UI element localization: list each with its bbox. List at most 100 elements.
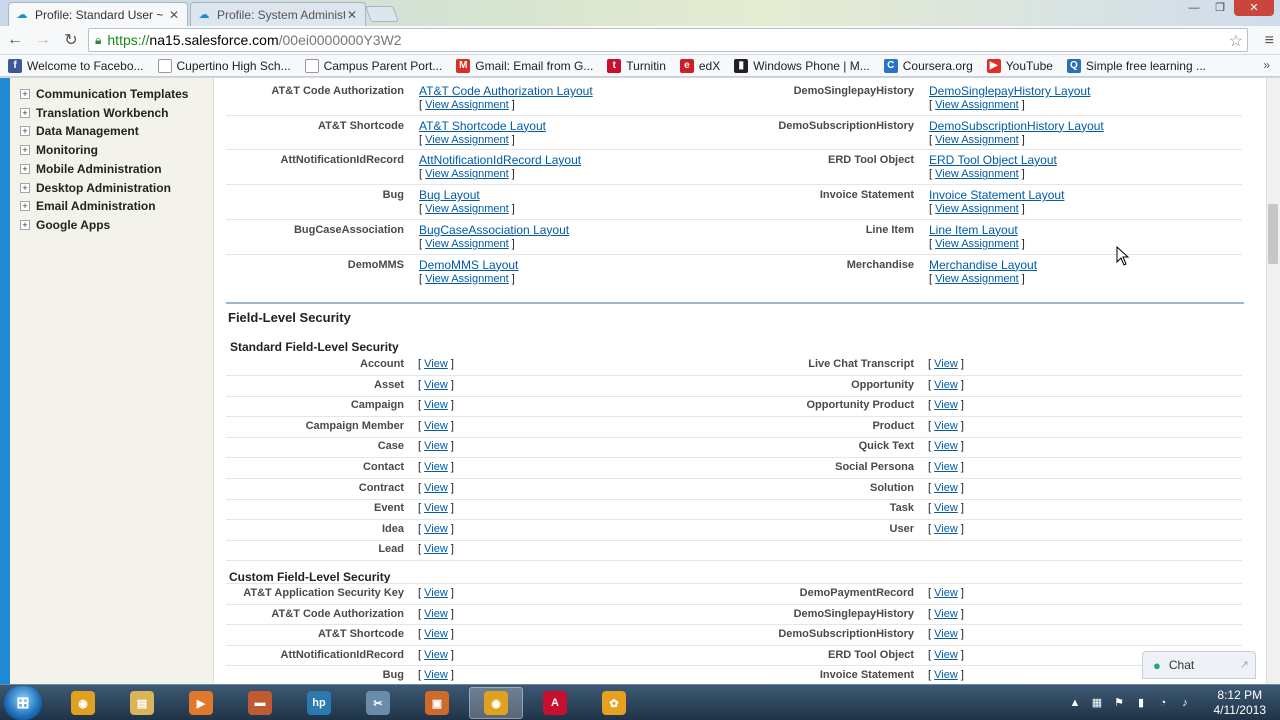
sidebar-item[interactable]: + Email Administration xyxy=(20,197,156,215)
view-link[interactable]: [ View ] xyxy=(418,543,454,555)
view-assignment-link[interactable]: [ View Assignment ] xyxy=(419,168,515,180)
sidebar-item[interactable]: + Desktop Administration xyxy=(20,179,171,197)
view-link[interactable]: [ View ] xyxy=(928,379,964,391)
view-assignment-link[interactable]: [ View Assignment ] xyxy=(419,134,515,146)
start-button[interactable]: ⊞ xyxy=(4,686,42,720)
scrollbar-thumb[interactable] xyxy=(1268,204,1278,264)
view-assignment-link[interactable]: [ View Assignment ] xyxy=(929,168,1025,180)
taskbar-app[interactable]: ▬ xyxy=(233,687,287,719)
view-link[interactable]: [ View ] xyxy=(418,523,454,535)
expand-plus-icon[interactable]: + xyxy=(20,89,30,99)
layout-link[interactable]: Merchandise Layout xyxy=(929,258,1037,272)
view-assignment-link[interactable]: [ View Assignment ] xyxy=(929,238,1025,250)
window-close-icon[interactable]: ✕ xyxy=(1234,0,1274,16)
layout-link[interactable]: Invoice Statement Layout xyxy=(929,188,1064,202)
taskbar-app[interactable]: ✿ xyxy=(587,687,641,719)
view-link[interactable]: [ View ] xyxy=(928,587,964,599)
view-link[interactable]: [ View ] xyxy=(418,420,454,432)
expand-plus-icon[interactable]: + xyxy=(20,126,30,137)
volume-icon[interactable]: ♪ xyxy=(1178,696,1192,710)
popout-icon[interactable]: ↗ xyxy=(1240,658,1249,671)
expand-plus-icon[interactable]: + xyxy=(20,219,30,230)
restore-icon[interactable]: ❐ xyxy=(1208,0,1232,16)
expand-plus-icon[interactable]: + xyxy=(20,145,30,156)
view-link[interactable]: [ View ] xyxy=(418,628,454,640)
layout-link[interactable]: AttNotificationIdRecord Layout xyxy=(419,153,581,167)
tray-arrow-icon[interactable]: ▲ xyxy=(1068,696,1082,710)
taskbar-app[interactable]: ▤ xyxy=(115,687,169,719)
view-link[interactable]: [ View ] xyxy=(418,502,454,514)
sidebar-item[interactable]: + Google Apps xyxy=(20,216,110,234)
sidebar-item[interactable]: + Communication Templates xyxy=(20,85,188,103)
close-icon[interactable]: ✕ xyxy=(167,8,181,22)
layout-link[interactable]: DemoSubscriptionHistory Layout xyxy=(929,119,1104,133)
layout-link[interactable]: Line Item Layout xyxy=(929,223,1018,237)
tab-standard-user-profile[interactable]: ☁ Profile: Standard User ~ sa ✕ xyxy=(8,2,188,26)
minimize-icon[interactable]: — xyxy=(1182,0,1206,16)
view-assignment-link[interactable]: [ View Assignment ] xyxy=(929,273,1025,285)
view-link[interactable]: [ View ] xyxy=(418,649,454,661)
bookmark-item[interactable]: ▮ Windows Phone | M... xyxy=(734,58,870,73)
taskbar-app[interactable]: A xyxy=(528,687,582,719)
taskbar-app[interactable]: ▶ xyxy=(174,687,228,719)
taskbar-app[interactable]: hp xyxy=(292,687,346,719)
bookmark-item[interactable]: ▶ YouTube xyxy=(986,58,1053,73)
view-link[interactable]: [ View ] xyxy=(928,358,964,370)
view-assignment-link[interactable]: [ View Assignment ] xyxy=(419,203,515,215)
layout-link[interactable]: DemoSinglepayHistory Layout xyxy=(929,84,1090,98)
view-link[interactable]: [ View ] xyxy=(928,420,964,432)
layout-link[interactable]: BugCaseAssociation Layout xyxy=(419,223,569,237)
view-link[interactable]: [ View ] xyxy=(418,440,454,452)
taskbar-clock[interactable]: 8:12 PM 4/11/2013 xyxy=(1214,688,1267,718)
view-link[interactable]: [ View ] xyxy=(928,523,964,535)
view-assignment-link[interactable]: [ View Assignment ] xyxy=(929,203,1025,215)
sidebar-item[interactable]: + Monitoring xyxy=(20,141,98,159)
expand-plus-icon[interactable]: + xyxy=(20,163,30,174)
expand-plus-icon[interactable]: + xyxy=(20,182,30,193)
chrome-menu-icon[interactable]: ≡ xyxy=(1265,32,1274,50)
view-link[interactable]: [ View ] xyxy=(928,440,964,452)
view-link[interactable]: [ View ] xyxy=(928,649,964,661)
view-link[interactable]: [ View ] xyxy=(928,608,964,620)
view-link[interactable]: [ View ] xyxy=(928,482,964,494)
taskbar-app[interactable]: ◉ xyxy=(56,687,110,719)
flag-icon[interactable]: ⚑ xyxy=(1112,696,1126,710)
taskbar-app[interactable]: ◉ xyxy=(469,687,523,719)
new-tab-button[interactable] xyxy=(365,6,399,22)
bookmark-item[interactable]: C Coursera.org xyxy=(883,58,973,73)
view-link[interactable]: [ View ] xyxy=(418,587,454,599)
more-bookmarks-icon[interactable]: » xyxy=(1263,58,1270,72)
bookmark-item[interactable]: Campus Parent Port... xyxy=(304,58,442,73)
view-assignment-link[interactable]: [ View Assignment ] xyxy=(419,238,515,250)
view-assignment-link[interactable]: [ View Assignment ] xyxy=(419,273,515,285)
layout-link[interactable]: AT&T Code Authorization Layout xyxy=(419,84,593,98)
expand-plus-icon[interactable]: + xyxy=(20,201,30,212)
sidebar-item[interactable]: + Mobile Administration xyxy=(20,160,162,178)
view-link[interactable]: [ View ] xyxy=(928,669,964,681)
view-link[interactable]: [ View ] xyxy=(928,461,964,473)
view-link[interactable]: [ View ] xyxy=(418,482,454,494)
reload-icon[interactable]: ↻ xyxy=(58,27,84,53)
layout-link[interactable]: Bug Layout xyxy=(419,188,480,202)
expand-plus-icon[interactable]: + xyxy=(20,107,30,118)
view-assignment-link[interactable]: [ View Assignment ] xyxy=(929,99,1025,111)
view-link[interactable]: [ View ] xyxy=(418,669,454,681)
view-link[interactable]: [ View ] xyxy=(418,461,454,473)
back-icon[interactable]: ← xyxy=(2,27,28,53)
sidebar-item[interactable]: + Translation Workbench xyxy=(20,104,168,122)
view-link[interactable]: [ View ] xyxy=(418,358,454,370)
bookmark-item[interactable]: Cupertino High Sch... xyxy=(157,58,291,73)
wifi-icon[interactable]: ◔ xyxy=(1156,696,1170,710)
page-scrollbar[interactable] xyxy=(1266,78,1280,684)
layout-link[interactable]: ERD Tool Object Layout xyxy=(929,153,1057,167)
forward-icon[interactable]: → xyxy=(30,27,56,53)
view-link[interactable]: [ View ] xyxy=(418,399,454,411)
layout-link[interactable]: AT&T Shortcode Layout xyxy=(419,119,546,133)
address-bar[interactable]: 🔒︎ https://na15.salesforce.com/00ei00000… xyxy=(88,28,1248,52)
chat-widget[interactable]: ● Chat ↗ xyxy=(1142,651,1256,679)
network-icon[interactable]: ▦ xyxy=(1090,696,1104,710)
view-link[interactable]: [ View ] xyxy=(928,502,964,514)
close-icon[interactable]: ✕ xyxy=(345,8,359,22)
taskbar-app[interactable]: ✂ xyxy=(351,687,405,719)
bookmark-item[interactable]: Q Simple free learning ... xyxy=(1066,58,1206,73)
